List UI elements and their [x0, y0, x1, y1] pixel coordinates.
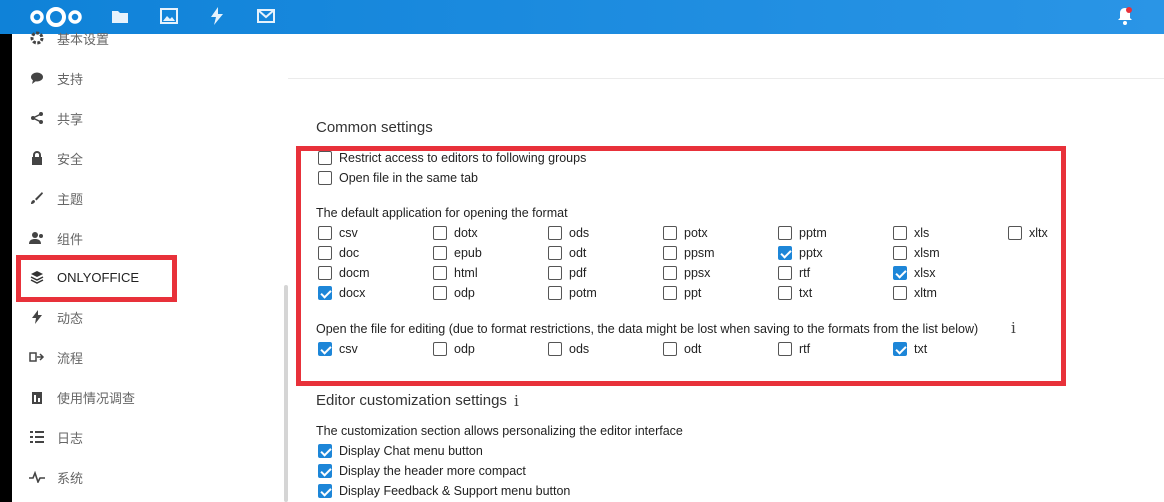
compact-header-checkbox[interactable]	[318, 464, 332, 478]
brush-icon	[29, 190, 45, 206]
gear-icon	[29, 30, 45, 46]
compact-header-label: Display the header more compact	[339, 464, 526, 478]
sidebar-item-label: 流程	[57, 350, 84, 366]
lock-icon	[29, 150, 45, 166]
sidebar-item-basic-settings[interactable]: 基本设置	[12, 18, 286, 58]
sidebar-item-label: 支持	[57, 71, 84, 87]
sidebar-item-activity[interactable]: 动态	[12, 297, 286, 337]
sidebar-item-label: 基本设置	[57, 31, 110, 47]
sidebar-item-label: 组件	[57, 231, 84, 247]
sidebar-item-label: 日志	[57, 430, 84, 446]
share-icon	[29, 110, 45, 126]
pulse-icon	[29, 469, 45, 485]
info-icon[interactable]: i	[514, 392, 519, 410]
users-icon	[29, 230, 45, 246]
display-chat-label: Display Chat menu button	[339, 444, 483, 458]
section-divider	[288, 78, 1164, 79]
display-chat-checkbox[interactable]	[318, 444, 332, 458]
sidebar-item-logging[interactable]: 日志	[12, 417, 286, 457]
chat-bubble-icon	[29, 70, 45, 86]
survey-icon	[29, 389, 45, 405]
notifications-bell-icon[interactable]	[1116, 6, 1134, 26]
customization-heading: Editor customization settings	[316, 392, 507, 409]
customization-description: The customization section allows persona…	[316, 424, 683, 438]
sidebar-item-support[interactable]: 支持	[12, 58, 286, 98]
feedback-support-checkbox[interactable]	[318, 484, 332, 498]
sidebar-item-system[interactable]: 系统	[12, 457, 286, 497]
sidebar-item-label: 系统	[57, 470, 84, 486]
sidebar-item-theming[interactable]: 主题	[12, 178, 286, 218]
sidebar-item-flow[interactable]: 流程	[12, 337, 286, 377]
sidebar-item-label: 动态	[57, 310, 84, 326]
sidebar-item-label: 主题	[57, 191, 84, 207]
sidebar-item-sharing[interactable]: 共享	[12, 98, 286, 138]
onlyoffice-highlight-frame	[16, 255, 177, 302]
window-edge	[0, 34, 12, 502]
sidebar-item-label: 共享	[57, 111, 84, 127]
common-settings-highlight-frame	[296, 146, 1066, 386]
bolt-icon	[29, 309, 45, 325]
sidebar-item-security[interactable]: 安全	[12, 138, 286, 178]
sidebar-item-survey[interactable]: 使用情况调查	[12, 377, 286, 417]
list-icon	[29, 429, 45, 445]
common-settings-heading: Common settings	[316, 119, 433, 136]
feedback-support-label: Display Feedback & Support menu button	[339, 484, 571, 498]
sidebar-item-label: 安全	[57, 151, 84, 167]
flow-icon	[29, 349, 45, 365]
sidebar-item-groupware[interactable]: 组件	[12, 218, 286, 258]
sidebar-item-label: 使用情况调查	[57, 390, 136, 406]
